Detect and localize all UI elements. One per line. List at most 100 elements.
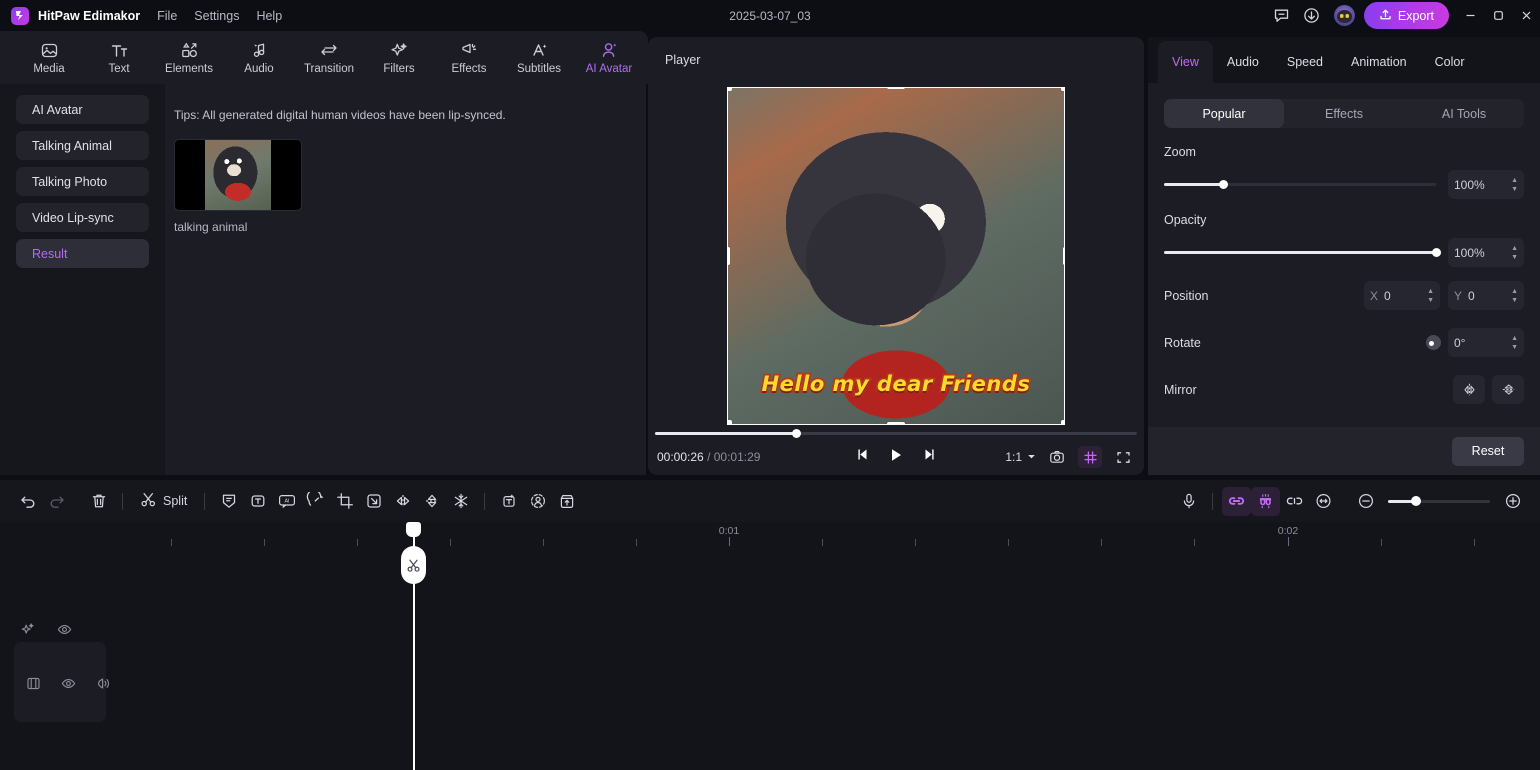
resize-handle-bottom[interactable]	[887, 422, 905, 425]
sidebar-item-video-lip-sync[interactable]: Video Lip-sync	[16, 203, 149, 232]
toolbar-item-elements[interactable]: Elements	[154, 31, 224, 84]
timeline-zoom-slider[interactable]	[1388, 496, 1490, 506]
toolbar-item-subtitles[interactable]: Subtitles	[504, 31, 574, 84]
position-x-field[interactable]: X 0 ▲ ▼	[1364, 281, 1440, 310]
segment-ai-tools[interactable]: AI Tools	[1404, 99, 1524, 128]
resize-handle-right[interactable]	[1062, 246, 1065, 265]
rotate-stepper[interactable]: ▲ ▼	[1511, 335, 1518, 351]
split-button[interactable]: Split	[132, 491, 195, 511]
add-text-icon[interactable]	[494, 487, 523, 516]
feedback-icon[interactable]	[1267, 0, 1297, 31]
undo-icon[interactable]	[13, 487, 42, 516]
avatar-icon[interactable]	[523, 487, 552, 516]
delete-icon[interactable]	[84, 487, 113, 516]
zoom-value-field[interactable]: 100% ▲ ▼	[1448, 170, 1524, 199]
zoom-stepper[interactable]: ▲ ▼	[1511, 177, 1518, 193]
mirror-vertical-icon[interactable]	[417, 487, 446, 516]
freeze-icon[interactable]	[446, 487, 475, 516]
eye-icon[interactable]	[61, 676, 76, 696]
sidebar-item-ai-avatar[interactable]: AI Avatar	[16, 95, 149, 124]
toolbar-item-audio[interactable]: Audio	[224, 31, 294, 84]
tab-speed[interactable]: Speed	[1273, 41, 1337, 83]
toolbar-item-text[interactable]: Text	[84, 31, 154, 84]
maximize-button[interactable]	[1484, 0, 1512, 31]
menu-file[interactable]: File	[157, 9, 177, 23]
aspect-ratio-dropdown[interactable]: 1:1	[1005, 450, 1036, 464]
film-icon[interactable]	[26, 676, 41, 696]
position-x-stepper[interactable]: ▲ ▼	[1427, 288, 1434, 304]
resize-icon[interactable]	[359, 487, 388, 516]
download-icon[interactable]	[1297, 0, 1327, 31]
opacity-slider[interactable]	[1164, 248, 1441, 257]
asset-thumbnail[interactable]	[174, 139, 302, 211]
fit-icon[interactable]	[1309, 487, 1338, 516]
segment-effects[interactable]: Effects	[1284, 99, 1404, 128]
ai-icon[interactable]: AI	[272, 487, 301, 516]
text-box-icon[interactable]	[243, 487, 272, 516]
reset-button[interactable]: Reset	[1452, 436, 1524, 466]
playhead-handle[interactable]	[406, 522, 421, 537]
resize-handle-bottom-left[interactable]	[727, 420, 732, 425]
link-icon[interactable]	[1222, 486, 1251, 516]
segment-popular[interactable]: Popular	[1164, 99, 1284, 128]
progress-track[interactable]	[655, 428, 1137, 438]
close-button[interactable]	[1512, 0, 1540, 31]
prev-frame-icon[interactable]	[856, 447, 871, 467]
video-preview[interactable]: Hello my dear Friends	[727, 86, 1065, 425]
playhead-split-button[interactable]	[401, 546, 426, 584]
video-track-header[interactable]	[14, 642, 110, 722]
tab-view[interactable]: View	[1158, 41, 1213, 83]
eye-icon[interactable]	[57, 622, 72, 642]
export-button[interactable]: Export	[1363, 2, 1449, 29]
zoom-slider-knob[interactable]	[1219, 180, 1229, 189]
tab-color[interactable]: Color	[1421, 41, 1479, 83]
opacity-value-field[interactable]: 100% ▲ ▼	[1448, 238, 1524, 267]
fullscreen-icon[interactable]	[1111, 446, 1135, 468]
redo-icon[interactable]	[42, 487, 71, 516]
timeline-zoom-knob[interactable]	[1410, 496, 1421, 506]
zoom-in-icon[interactable]	[1498, 487, 1527, 516]
position-y-stepper[interactable]: ▲ ▼	[1511, 288, 1518, 304]
play-icon[interactable]	[888, 447, 904, 468]
sparkle-icon[interactable]	[20, 622, 35, 642]
resize-handle-left[interactable]	[727, 246, 730, 265]
resize-handle-top-left[interactable]	[727, 86, 732, 91]
sidebar-item-talking-photo[interactable]: Talking Photo	[16, 167, 149, 196]
resize-handle-top[interactable]	[887, 86, 905, 89]
tab-audio[interactable]: Audio	[1213, 41, 1273, 83]
opacity-stepper[interactable]: ▲ ▼	[1511, 245, 1518, 261]
magnet-icon[interactable]	[1251, 486, 1280, 516]
rotate-dial[interactable]	[1426, 335, 1441, 350]
sidebar-item-talking-animal[interactable]: Talking Animal	[16, 131, 149, 160]
volume-icon[interactable]	[96, 676, 111, 696]
mirror-vertical-icon[interactable]	[1492, 375, 1524, 404]
grid-icon[interactable]	[1078, 446, 1102, 468]
menu-settings[interactable]: Settings	[194, 9, 239, 23]
next-frame-icon[interactable]	[921, 447, 936, 467]
tab-animation[interactable]: Animation	[1337, 41, 1421, 83]
player-stage[interactable]: Hello my dear Friends	[648, 83, 1144, 428]
mic-icon[interactable]	[1174, 487, 1203, 516]
player-progress[interactable]	[655, 426, 1137, 440]
toolbar-item-transition[interactable]: Transition	[294, 31, 364, 84]
resize-handle-bottom-right[interactable]	[1060, 420, 1065, 425]
minimize-button[interactable]	[1456, 0, 1484, 31]
crop-icon[interactable]	[330, 487, 359, 516]
toolbar-item-effects[interactable]: Effects	[434, 31, 504, 84]
progress-knob[interactable]	[792, 428, 802, 438]
avatar[interactable]	[1333, 5, 1355, 26]
export-clip-icon[interactable]	[552, 487, 581, 516]
opacity-slider-knob[interactable]	[1431, 248, 1441, 257]
rotate-value-field[interactable]: 0° ▲ ▼	[1448, 328, 1524, 357]
resize-handle-top-right[interactable]	[1060, 86, 1065, 91]
position-y-field[interactable]: Y 0 ▲ ▼	[1448, 281, 1524, 310]
toolbar-item-media[interactable]: Media	[14, 31, 84, 84]
mirror-horizontal-icon[interactable]	[1453, 375, 1485, 404]
menu-help[interactable]: Help	[256, 9, 282, 23]
speed-icon[interactable]	[301, 487, 330, 516]
marker-icon[interactable]	[214, 487, 243, 516]
zoom-slider[interactable]	[1164, 180, 1436, 189]
zoom-out-icon[interactable]	[1351, 487, 1380, 516]
timeline-ruler[interactable]: 0:01 0:02	[0, 522, 1540, 546]
sidebar-item-result[interactable]: Result	[16, 239, 149, 268]
